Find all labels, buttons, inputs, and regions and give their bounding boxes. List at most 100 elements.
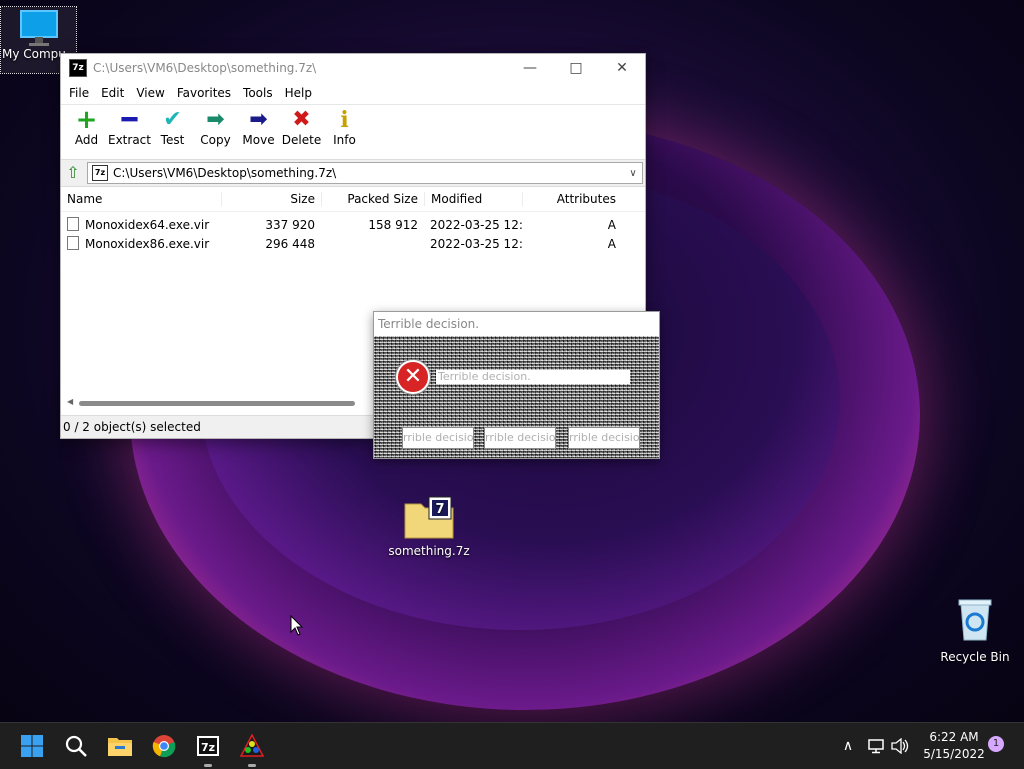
volume-button[interactable] [884, 731, 916, 761]
malware-taskbar-button[interactable] [236, 731, 268, 767]
info-button[interactable]: i Info [323, 107, 366, 147]
file-name: Monoxidex86.exe.vir [85, 237, 210, 251]
clock[interactable]: 6:22 AM 5/15/2022 [918, 729, 990, 763]
delete-button[interactable]: ✖ Delete [280, 107, 323, 147]
table-row[interactable]: Monoxidex64.exe.vir 337 920 158 912 2022… [61, 215, 645, 234]
info-label: Info [333, 133, 356, 147]
dialog-button-1[interactable]: rrible decisio [402, 427, 474, 449]
archive-icon: 7z [92, 165, 108, 181]
svg-text:7z: 7z [201, 741, 215, 754]
menu-tools[interactable]: Tools [237, 86, 279, 100]
menu-favorites[interactable]: Favorites [171, 86, 237, 100]
file-icon [67, 236, 79, 250]
test-button[interactable]: ✔ Test [151, 107, 194, 147]
scroll-left-icon[interactable]: ◀ [67, 397, 73, 406]
menu-view[interactable]: View [130, 86, 170, 100]
plus-icon: + [75, 105, 98, 135]
add-label: Add [74, 133, 99, 147]
column-name[interactable]: Name [61, 192, 221, 206]
copy-button[interactable]: ➡ Copy [194, 107, 237, 147]
address-bar: ⇧ 7z C:\Users\VM6\Desktop\something.7z\ … [61, 159, 645, 187]
chrome-icon [152, 735, 176, 758]
chevron-up-icon: ∧ [842, 738, 854, 754]
menu-file[interactable]: File [63, 86, 95, 100]
file-attributes: A [607, 236, 616, 251]
running-indicator [204, 764, 212, 767]
add-button[interactable]: + Add [65, 107, 108, 147]
file-name: Monoxidex64.exe.vir [85, 218, 210, 232]
start-button[interactable] [16, 731, 48, 761]
file-modified: 2022-03-25 12:28 [430, 236, 522, 251]
status-text: 0 / 2 object(s) selected [63, 420, 201, 434]
malware-app-icon [239, 733, 265, 757]
column-size[interactable]: Size [221, 192, 321, 206]
chevron-down-icon[interactable]: ∨ [624, 168, 642, 179]
svg-text:7: 7 [435, 502, 444, 517]
dialog-button-2[interactable]: rrible decisio [484, 427, 556, 449]
up-arrow-icon: ⇧ [66, 163, 80, 182]
list-header: Name Size Packed Size Modified Attribute… [61, 187, 645, 212]
dialog-message: Terrible decision. [436, 370, 630, 384]
file-explorer-button[interactable] [104, 731, 136, 761]
copy-arrow-icon: ➡ [206, 107, 225, 132]
column-packed-size[interactable]: Packed Size [321, 192, 424, 206]
file-size: 337 920 [265, 217, 315, 232]
monitor-icon [19, 10, 58, 46]
file-packed-size: 158 912 [368, 217, 418, 232]
recycle-bin-icon [958, 599, 992, 641]
test-label: Test [160, 133, 185, 147]
table-row[interactable]: Monoxidex86.exe.vir 296 448 2022-03-25 1… [61, 234, 645, 253]
extract-label: Extract [108, 133, 151, 147]
minimize-button[interactable]: — [507, 54, 553, 82]
file-modified: 2022-03-25 12:27 [430, 217, 522, 232]
clock-time: 6:22 AM [929, 730, 979, 744]
file-icon [67, 217, 79, 231]
error-icon: ✕ [396, 360, 430, 394]
column-attributes[interactable]: Attributes [522, 192, 622, 206]
clock-date: 5/15/2022 [923, 747, 985, 761]
error-dialog: Terrible decision. ✕ Terrible decision. … [373, 311, 660, 459]
up-folder-button[interactable]: ⇧ [63, 163, 83, 183]
toolbar: + Add ━ Extract ✔ Test ➡ Copy ➡ Move ✖ D… [61, 104, 645, 159]
move-button[interactable]: ➡ Move [237, 107, 280, 147]
7zip-app-icon: 7z [69, 59, 87, 77]
address-combobox[interactable]: 7z C:\Users\VM6\Desktop\something.7z\ ∨ [87, 162, 643, 184]
desktop-icon-something-7z[interactable]: 7 something.7z [388, 494, 470, 558]
extract-button[interactable]: ━ Extract [108, 107, 151, 147]
copy-label: Copy [200, 133, 231, 147]
taskbar: 7z ∧ 6:22 AM 5/15/2022 [0, 722, 1024, 769]
mouse-cursor-icon [290, 615, 304, 636]
chrome-button[interactable] [148, 731, 180, 761]
7zip-taskbar-button[interactable]: 7z [192, 731, 224, 767]
start-icon [21, 735, 43, 757]
speaker-icon [891, 737, 909, 755]
dialog-button-3[interactable]: rrible decisio [568, 427, 640, 449]
running-indicator [248, 764, 256, 767]
file-attributes: A [607, 217, 616, 232]
move-label: Move [242, 133, 275, 147]
maximize-icon: □ [569, 60, 583, 76]
menu-edit[interactable]: Edit [95, 86, 130, 100]
close-button[interactable]: ✕ [599, 54, 645, 82]
minus-icon: ━ [121, 105, 138, 135]
scrollbar-thumb[interactable] [79, 401, 355, 406]
notification-badge[interactable]: 1 [988, 736, 1004, 752]
close-icon: ✕ [616, 60, 628, 76]
delete-x-icon: ✖ [292, 107, 311, 132]
minimize-icon: — [523, 60, 537, 76]
info-icon: i [340, 107, 349, 133]
7zip-icon: 7z [197, 736, 219, 756]
search-icon [65, 735, 87, 757]
column-modified[interactable]: Modified [424, 192, 522, 206]
network-icon [868, 739, 884, 754]
window-titlebar[interactable]: 7z C:\Users\VM6\Desktop\something.7z\ — … [61, 54, 645, 82]
menu-help[interactable]: Help [279, 86, 318, 100]
file-explorer-icon [108, 738, 132, 756]
dialog-title[interactable]: Terrible decision. [374, 312, 659, 336]
search-button[interactable] [60, 731, 92, 761]
desktop-icon-recycle-bin[interactable]: Recycle Bin [940, 596, 1010, 664]
check-icon: ✔ [163, 107, 182, 132]
desktop-icon-label: something.7z [388, 544, 470, 558]
maximize-button[interactable]: □ [553, 54, 599, 82]
window-title: C:\Users\VM6\Desktop\something.7z\ [93, 61, 317, 75]
